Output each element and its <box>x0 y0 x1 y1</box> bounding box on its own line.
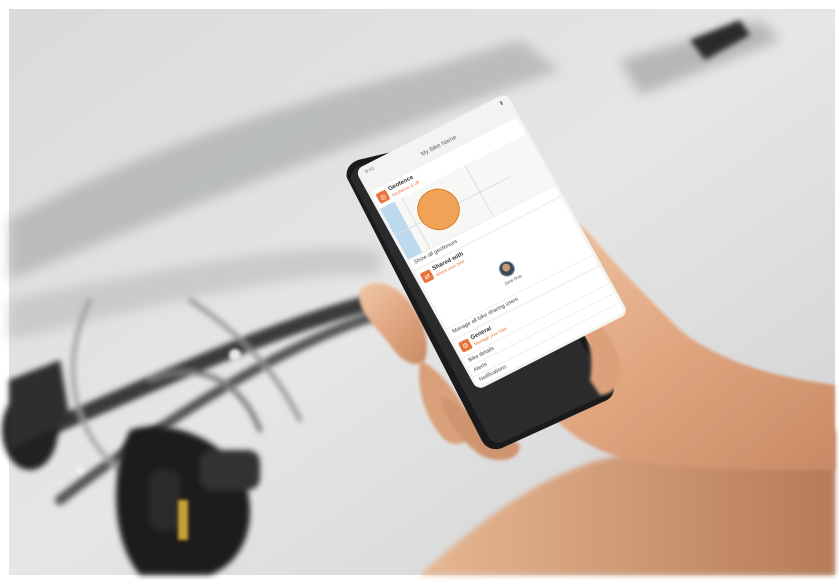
gear-icon: ⚙ <box>457 338 473 353</box>
geofence-icon: ◎ <box>375 189 391 205</box>
share-icon: ⇄ <box>419 269 435 284</box>
battery-icon: ▮ <box>498 99 505 107</box>
photo-scene: 9:41 ▮ My Bike Name ◎ Geofence Geofence … <box>0 0 839 580</box>
bicycle-handlebar-photo <box>0 0 839 580</box>
status-time: 9:41 <box>364 165 376 176</box>
